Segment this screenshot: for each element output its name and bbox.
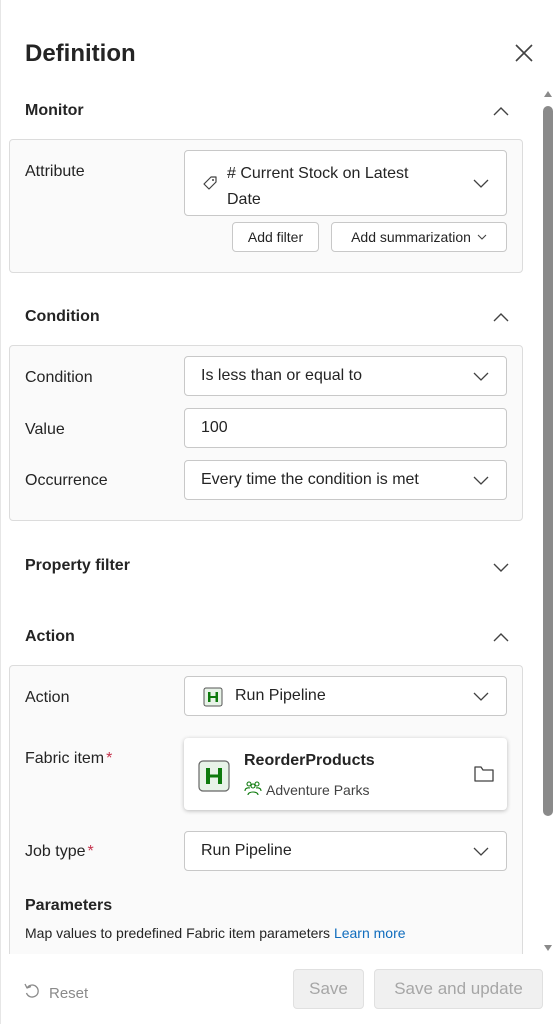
reset-button[interactable]: Reset xyxy=(23,982,88,1004)
occurrence-dropdown[interactable]: Every time the condition is met xyxy=(184,460,507,500)
condition-dropdown[interactable]: Is less than or equal to xyxy=(184,356,507,396)
parameters-description: Map values to predefined Fabric item par… xyxy=(25,925,406,941)
action-label: Action xyxy=(25,689,70,706)
panel-footer: Reset Save Save and update xyxy=(1,955,558,1024)
condition-value: Is less than or equal to xyxy=(201,367,362,384)
action-value: Run Pipeline xyxy=(235,687,326,704)
job-type-label-text: Job type xyxy=(25,843,86,860)
chevron-down-icon xyxy=(472,842,490,860)
add-filter-label: Add filter xyxy=(247,229,304,245)
required-asterisk: * xyxy=(106,750,113,767)
add-filter-button[interactable]: Add filter xyxy=(232,222,319,252)
save-and-update-label: Save and update xyxy=(394,979,523,998)
property-filter-section-title: Property filter xyxy=(25,557,130,574)
condition-label: Condition xyxy=(25,369,93,386)
scrollbar-thumb[interactable] xyxy=(543,106,553,816)
chevron-down-icon xyxy=(477,229,487,245)
action-section-header[interactable]: Action xyxy=(25,626,511,650)
condition-section-header[interactable]: Condition xyxy=(25,306,511,330)
job-type-value: Run Pipeline xyxy=(201,842,292,859)
attribute-dropdown[interactable]: # Current Stock on Latest Date xyxy=(184,150,507,216)
value-input[interactable]: 100 xyxy=(184,408,507,448)
occurrence-label: Occurrence xyxy=(25,472,108,489)
folder-icon[interactable] xyxy=(473,764,495,789)
chevron-up-icon[interactable] xyxy=(491,308,511,328)
tag-icon xyxy=(201,174,219,197)
reset-label: Reset xyxy=(49,984,89,1002)
chevron-down-icon xyxy=(472,174,490,192)
pipeline-icon xyxy=(198,760,230,797)
value-label: Value xyxy=(25,421,65,438)
fabric-item-name: ReorderProducts xyxy=(244,752,375,769)
workspace-icon xyxy=(244,780,262,799)
fabric-item-label-text: Fabric item xyxy=(25,750,105,767)
chevron-down-icon[interactable] xyxy=(491,557,511,577)
add-summarization-label: Add summarization xyxy=(351,229,471,245)
save-and-update-button[interactable]: Save and update xyxy=(374,969,543,1009)
attribute-value-line1: # Current Stock on Latest xyxy=(227,165,409,182)
save-label: Save xyxy=(309,979,348,998)
monitor-section-title: Monitor xyxy=(25,102,84,119)
chevron-up-icon[interactable] xyxy=(491,628,511,648)
definition-scroll-area[interactable]: Monitor Attribute # Current Stock on Lat… xyxy=(1,84,541,954)
panel-title: Definition xyxy=(25,40,136,67)
save-button[interactable]: Save xyxy=(293,969,364,1009)
attribute-value-line2: Date xyxy=(227,191,261,208)
monitor-card: Attribute # Current Stock on Latest Date… xyxy=(9,139,523,273)
reset-icon xyxy=(23,982,41,1004)
condition-card: Condition Is less than or equal to Value… xyxy=(9,345,523,521)
condition-section-title: Condition xyxy=(25,308,100,325)
parameters-title: Parameters xyxy=(25,897,113,914)
pipeline-icon xyxy=(203,687,223,712)
add-summarization-button[interactable]: Add summarization xyxy=(331,222,507,252)
panel-header: Definition xyxy=(25,40,535,70)
fabric-item-card[interactable]: ReorderProducts Adventure Parks xyxy=(184,738,507,810)
job-type-label: Job type * xyxy=(25,843,94,861)
job-type-dropdown[interactable]: Run Pipeline xyxy=(184,831,507,871)
parameters-description-text: Map values to predefined Fabric item par… xyxy=(25,925,331,941)
occurrence-value: Every time the condition is met xyxy=(201,471,419,488)
action-dropdown[interactable]: Run Pipeline xyxy=(184,676,507,716)
definition-panel: Definition Monitor Attribute # Current S… xyxy=(0,0,558,1024)
chevron-down-icon xyxy=(472,471,490,489)
chevron-up-icon[interactable] xyxy=(491,102,511,122)
fabric-item-label: Fabric item * xyxy=(25,750,112,768)
scroll-up-arrow-icon[interactable] xyxy=(543,86,553,104)
chevron-down-icon xyxy=(472,687,490,705)
chevron-down-icon xyxy=(472,367,490,385)
required-asterisk: * xyxy=(87,843,94,860)
value-input-text: 100 xyxy=(201,419,228,436)
scrollbar[interactable] xyxy=(541,84,555,954)
attribute-label: Attribute xyxy=(25,163,85,180)
fabric-item-workspace: Adventure Parks xyxy=(266,781,370,798)
action-card: Action Run Pipeline Fabric item * Reorder… xyxy=(9,665,523,954)
property-filter-section-header[interactable]: Property filter xyxy=(25,555,511,579)
action-section-title: Action xyxy=(25,628,75,645)
close-icon[interactable] xyxy=(513,42,535,64)
learn-more-link[interactable]: Learn more xyxy=(334,925,406,941)
monitor-section-header[interactable]: Monitor xyxy=(25,100,511,124)
